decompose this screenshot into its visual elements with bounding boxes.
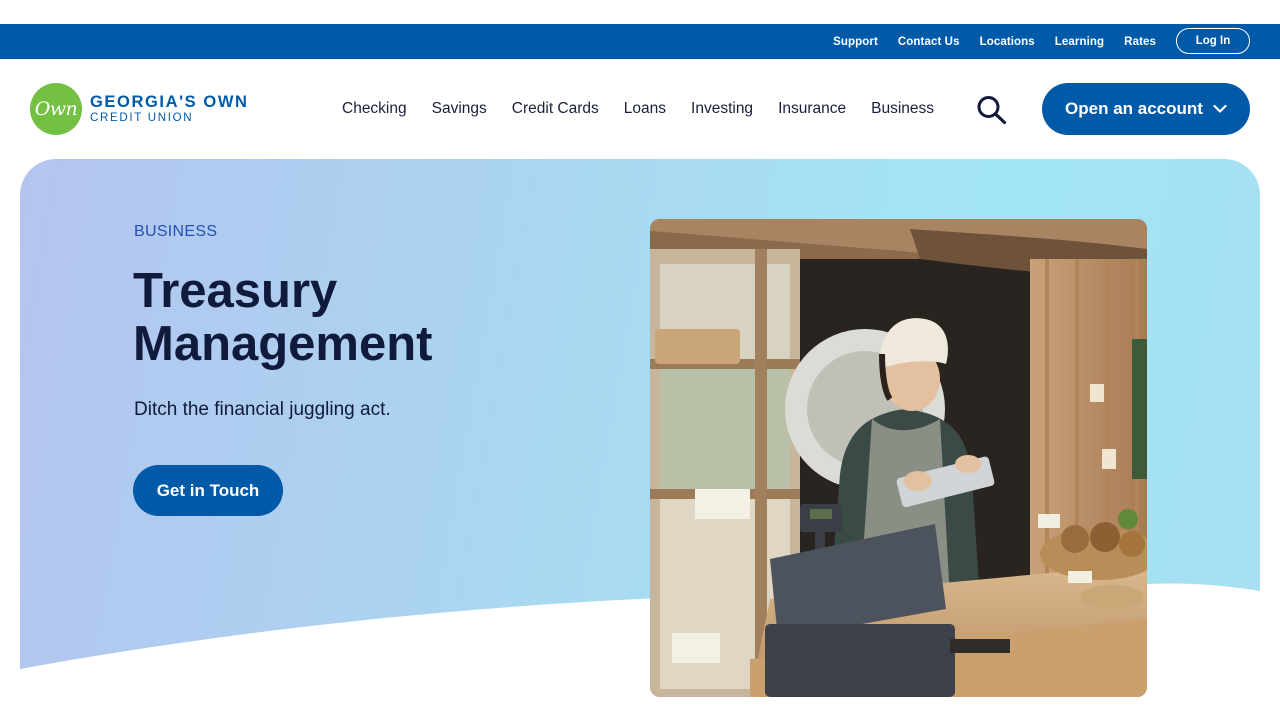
- nav-item-checking[interactable]: Checking: [342, 100, 407, 118]
- logo-wordmark: GEORGIA'S OWN CREDIT UNION: [90, 93, 249, 125]
- utility-link-support[interactable]: Support: [833, 36, 878, 48]
- nav-item-loans[interactable]: Loans: [624, 100, 666, 118]
- hero-subtitle: Ditch the financial juggling act.: [134, 399, 391, 420]
- site-header: Own GEORGIA'S OWN CREDIT UNION Checking …: [0, 59, 1280, 159]
- open-account-button[interactable]: Open an account: [1042, 83, 1250, 135]
- hero-eyebrow: BUSINESS: [134, 223, 218, 240]
- nav-item-insurance[interactable]: Insurance: [778, 100, 846, 118]
- nav-item-business[interactable]: Business: [871, 100, 934, 118]
- nav-item-savings[interactable]: Savings: [432, 100, 487, 118]
- logo-mark: Own: [30, 83, 82, 135]
- utility-link-locations[interactable]: Locations: [980, 36, 1035, 48]
- utility-link-contact-us[interactable]: Contact Us: [898, 36, 960, 48]
- chevron-down-icon: [1213, 99, 1227, 119]
- get-in-touch-button[interactable]: Get in Touch: [133, 465, 283, 516]
- open-account-label: Open an account: [1065, 99, 1203, 118]
- logo-name: GEORGIA'S OWN: [90, 93, 249, 111]
- page-title-line-2: Management: [133, 317, 433, 371]
- search-icon[interactable]: [976, 95, 1008, 125]
- utility-link-learning[interactable]: Learning: [1055, 36, 1104, 48]
- nav-item-investing[interactable]: Investing: [691, 100, 753, 118]
- utility-link-rates[interactable]: Rates: [1124, 36, 1156, 48]
- nav-item-credit-cards[interactable]: Credit Cards: [512, 100, 599, 118]
- hero-image: [650, 219, 1147, 697]
- logo-subname: CREDIT UNION: [90, 112, 194, 124]
- utility-bar: Support Contact Us Locations Learning Ra…: [0, 24, 1280, 59]
- brand-logo[interactable]: Own GEORGIA'S OWN CREDIT UNION: [30, 83, 249, 135]
- login-button[interactable]: Log In: [1176, 28, 1250, 54]
- utility-links: Support Contact Us Locations Learning Ra…: [833, 24, 1156, 59]
- page-title: Treasury Management: [133, 265, 553, 371]
- main-nav: Checking Savings Credit Cards Loans Inve…: [342, 59, 934, 159]
- page-title-line-1: Treasury: [133, 264, 338, 318]
